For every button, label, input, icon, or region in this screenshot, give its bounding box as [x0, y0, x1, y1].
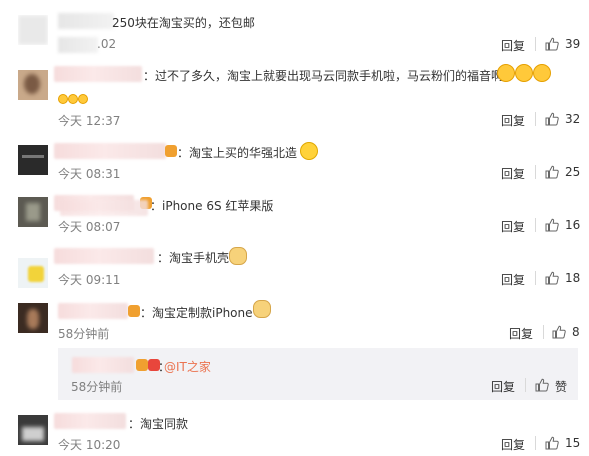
comment-item: ：淘宝同款 今天 10:20 回复 15: [0, 405, 589, 456]
username[interactable]: [58, 13, 114, 29]
thumbs-up-icon[interactable]: [545, 218, 559, 232]
mention-link[interactable]: @IT之家: [164, 358, 211, 375]
hug-emoji-icon: [58, 92, 88, 106]
like-count[interactable]: 8: [572, 325, 580, 339]
divider: [535, 112, 536, 126]
like-count[interactable]: 25: [565, 165, 580, 179]
comment-item: ：淘宝定制款iPhone 58分钟前 回复 8: [0, 293, 589, 348]
divider: [535, 218, 536, 232]
reply-button[interactable]: 回复: [501, 218, 525, 235]
comment-time: 58分钟前: [58, 327, 110, 341]
divider: [535, 271, 536, 285]
divider: [535, 37, 536, 51]
username[interactable]: [54, 248, 154, 264]
comment-time: 今天 10:20: [58, 438, 121, 452]
like-count[interactable]: 15: [565, 436, 580, 450]
member-badge-icon: [136, 359, 148, 371]
comment-text: ：淘宝手机壳: [157, 251, 230, 265]
comment-time: 今天 08:31: [58, 167, 121, 181]
username[interactable]: [58, 303, 128, 319]
avatar[interactable]: [18, 70, 48, 100]
comment-time: 今天 12:37: [58, 114, 121, 128]
like-count[interactable]: 39: [565, 37, 580, 51]
thumbs-up-icon[interactable]: [552, 325, 566, 339]
reply-button[interactable]: 回复: [501, 436, 525, 453]
avatar[interactable]: [18, 303, 48, 333]
doge-emoji-icon: [253, 300, 271, 318]
username[interactable]: [72, 357, 134, 373]
time-blurred: [58, 37, 98, 53]
username[interactable]: [54, 143, 166, 159]
reply-time: 58分钟前: [71, 380, 123, 394]
comment-text: ：过不了多久，淘宝上就要出现马云同款手机啦，马云粉们的福音啊: [143, 69, 504, 83]
divider: [525, 378, 526, 392]
avatar[interactable]: [18, 258, 48, 288]
comment-item: 250块在淘宝买的，还包邮 .02 回复 39: [0, 0, 589, 58]
thumbs-up-icon[interactable]: [545, 165, 559, 179]
divider: [535, 436, 536, 450]
reply-button[interactable]: 回复: [501, 112, 525, 129]
like-label[interactable]: 赞: [555, 378, 567, 395]
username[interactable]: [54, 66, 142, 82]
comment-time: 今天 08:07: [58, 220, 121, 234]
reply-button[interactable]: 回复: [509, 325, 533, 342]
reply-button[interactable]: 回复: [501, 37, 525, 54]
laughing-emoji-icon: [300, 142, 318, 160]
comment-item: ：过不了多久，淘宝上就要出现马云同款手机啦，马云粉们的福音啊 今天 12:37 …: [0, 58, 589, 133]
like-count[interactable]: 16: [565, 218, 580, 232]
nested-reply: ： @IT之家 58分钟前 回复 赞: [58, 348, 578, 400]
reply-button[interactable]: 回复: [501, 271, 525, 288]
hug-emoji-icon: [497, 64, 551, 82]
avatar[interactable]: [18, 15, 48, 45]
divider: [535, 165, 536, 179]
avatar[interactable]: [18, 145, 48, 175]
like-count[interactable]: 18: [565, 271, 580, 285]
divider: [543, 325, 544, 339]
thumbs-up-icon[interactable]: [545, 271, 559, 285]
comment-item: ：淘宝上买的华强北造 今天 08:31 回复 25: [0, 133, 589, 185]
comment-text: ：淘宝上买的华强北造: [177, 146, 298, 160]
comment-time: 今天 09:11: [58, 273, 121, 287]
thumbs-up-icon[interactable]: [545, 112, 559, 126]
comment-item: ：iPhone 6S 红苹果版 今天 08:07 回复 16: [0, 185, 589, 238]
comment-text: 250块在淘宝买的，还包邮: [112, 16, 255, 30]
comment-text: ：淘宝同款: [128, 417, 189, 431]
avatar[interactable]: [18, 415, 48, 445]
doge-emoji-icon: [229, 247, 247, 265]
comment-time: .02: [97, 37, 117, 51]
reply-button[interactable]: 回复: [501, 165, 525, 182]
reply-button[interactable]: 回复: [491, 378, 515, 395]
avatar[interactable]: [18, 197, 48, 227]
member-badge-icon: [165, 145, 177, 157]
username[interactable]: [60, 200, 148, 216]
comment-text: ：淘宝定制款iPhone: [140, 306, 253, 320]
like-count[interactable]: 32: [565, 112, 580, 126]
username[interactable]: [54, 413, 126, 429]
thumbs-up-icon[interactable]: [545, 436, 559, 450]
thumbs-up-icon[interactable]: [545, 37, 559, 51]
comment-text: ：iPhone 6S 红苹果版: [150, 199, 274, 213]
comment-item: ：淘宝手机壳 今天 09:11 回复 18: [0, 238, 589, 293]
member-badge-icon: [128, 305, 140, 317]
thumbs-up-icon[interactable]: [535, 378, 549, 392]
